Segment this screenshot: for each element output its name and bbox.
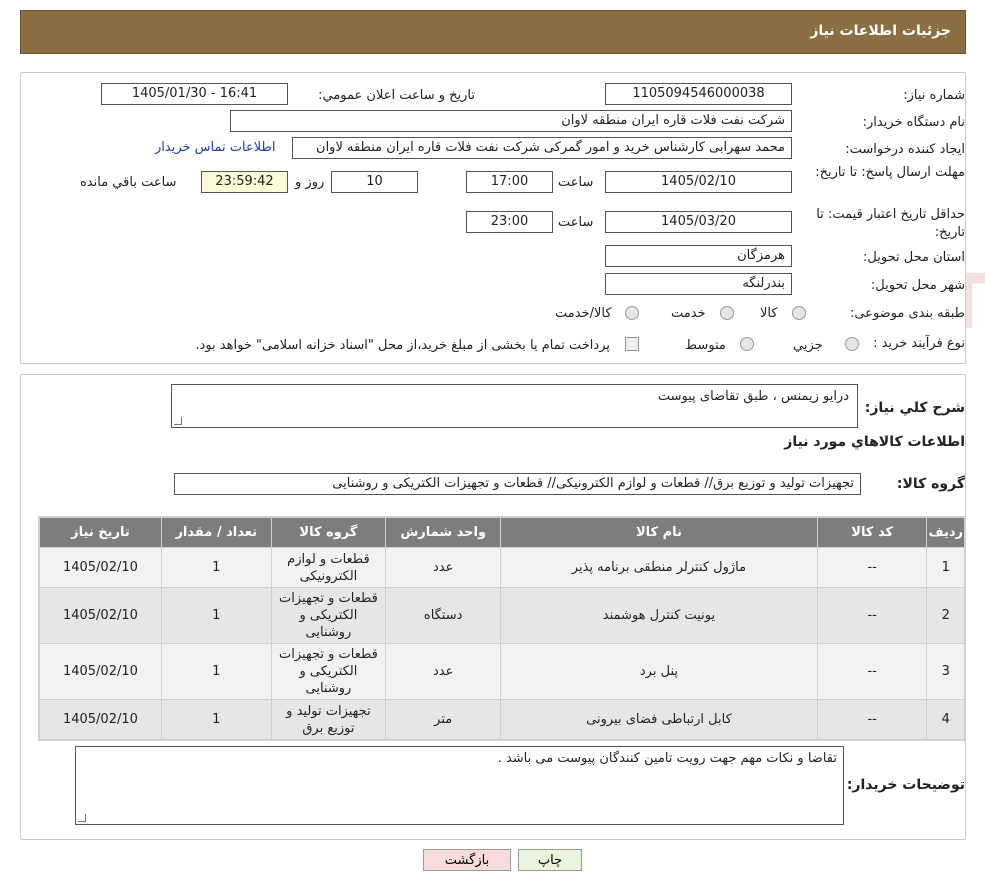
goods-group-label: گروه کالا: [896, 476, 965, 492]
page-header: جزئیات اطلاعات نیاز [20, 10, 966, 54]
need-number-field: 1105094546000038 [605, 83, 792, 105]
col-name: نام کالا [500, 517, 818, 548]
cell-name: یونیت کنترل هوشمند [500, 587, 818, 644]
announce-label: تاریخ و ساعت اعلان عمومي: [318, 88, 475, 103]
category-radio-goods-service[interactable] [625, 306, 639, 320]
cell-date: 1405/02/10 [39, 547, 162, 588]
process-radio-small[interactable] [845, 337, 859, 351]
summary-textarea[interactable]: درایو زیمنس ، طبق تقاضای پیوست [171, 384, 858, 428]
category-radio-goods[interactable] [792, 306, 806, 320]
cell-qty: 1 [160, 587, 272, 644]
cell-name: کابل ارتباطی فضای بیرونی [500, 699, 818, 740]
province-label: استان محل تحویل: [863, 250, 965, 265]
deadline-time-label: ساعت [558, 175, 594, 190]
cell-code: -- [816, 699, 928, 740]
category-option-goods-service: کالا/خدمت [555, 306, 612, 321]
goods-section-title: اطلاعات کالاهاي مورد نياز [784, 434, 965, 450]
cell-group: تجهیزات تولید و توزیع برق [270, 699, 387, 740]
deadline-date-field: 1405/02/10 [605, 171, 792, 193]
notes-resize-handle[interactable] [78, 814, 86, 822]
cell-qty: 1 [160, 547, 272, 588]
buyer-org-field: شرکت نفت فلات قاره ایران منطقه لاوان [230, 110, 792, 132]
items-table-container: ردیف کد کالا نام کالا واحد شمارش گروه کا… [38, 516, 966, 741]
cell-qty: 1 [160, 699, 272, 740]
cell-row-num: 3 [926, 643, 965, 700]
items-table: ردیف کد کالا نام کالا واحد شمارش گروه کا… [39, 517, 965, 740]
buyer-contact-link[interactable]: اطلاعات تماس خریدار [155, 140, 275, 155]
notes-text: تقاضا و نکات مهم جهت رویت تامین کنندگان … [497, 751, 837, 766]
cell-date: 1405/02/10 [39, 587, 162, 644]
cell-name: پنل برد [500, 643, 818, 700]
creator-label: ایجاد کننده درخواست: [845, 142, 965, 157]
city-field: بندرلنگه [605, 273, 792, 295]
announce-field: 1405/01/30 - 16:41 [101, 83, 288, 105]
cell-row-num: 1 [926, 547, 965, 588]
remaining-time-field: 23:59:42 [201, 171, 288, 193]
process-label: نوع فرآیند خرید : [873, 336, 965, 351]
print-button[interactable]: چاپ [518, 849, 582, 871]
goods-group-field: تجهیزات تولید و توزیع برق// قطعات و لواز… [174, 473, 861, 495]
cell-unit: متر [385, 699, 502, 740]
cell-name: ماژول کنترلر منطقی برنامه پذیر [500, 547, 818, 588]
cell-row-num: 4 [926, 699, 965, 740]
summary-resize-handle[interactable] [174, 417, 182, 425]
cell-code: -- [816, 587, 928, 644]
process-note: پرداخت تمام یا بخشی از مبلغ خرید،از محل … [195, 338, 610, 353]
cell-date: 1405/02/10 [39, 699, 162, 740]
cell-code: -- [816, 643, 928, 700]
remaining-time-label: ساعت باقي مانده [80, 175, 177, 190]
category-option-goods: کالا [760, 306, 778, 321]
validity-date-field: 1405/03/20 [605, 211, 792, 233]
buyer-org-label: نام دستگاه خریدار: [862, 115, 965, 130]
category-option-service: خدمت [671, 306, 706, 321]
col-code: کد کالا [816, 517, 928, 548]
notes-textarea[interactable]: تقاضا و نکات مهم جهت رویت تامین کنندگان … [75, 746, 844, 825]
process-option-small: جزيي [793, 338, 823, 353]
city-label: شهر محل تحویل: [870, 278, 965, 293]
process-radio-medium[interactable] [740, 337, 754, 351]
cell-qty: 1 [160, 643, 272, 700]
category-label: طبقه بندی موضوعی: [849, 306, 965, 321]
cell-group: قطعات و لوازم الکترونیکی [270, 547, 387, 588]
col-date: تاریخ نیاز [39, 517, 162, 548]
page-title: جزئیات اطلاعات نیاز [810, 23, 951, 39]
creator-field: محمد سهرابی کارشناس خرید و امور گمرکی شر… [292, 137, 792, 159]
cell-group: قطعات و تجهیزات الکتریکی و روشنایی [270, 587, 387, 644]
col-row-num: ردیف [926, 517, 965, 548]
table-row: 1 -- ماژول کنترلر منطقی برنامه پذیر عدد … [39, 547, 965, 588]
table-header-row: ردیف کد کالا نام کالا واحد شمارش گروه کا… [39, 517, 965, 548]
validity-label: حداقل تاریخ اعتبار قیمت: تا تاریخ: [816, 207, 965, 240]
cell-unit: عدد [385, 643, 502, 700]
summary-label: شرح کلي نياز: [864, 400, 965, 416]
table-row: 4 -- کابل ارتباطی فضای بیرونی متر تجهیزا… [39, 699, 965, 740]
table-row: 3 -- پنل برد عدد قطعات و تجهیزات الکتریک… [39, 643, 965, 700]
treasury-checkbox[interactable] [625, 337, 639, 351]
cell-group: قطعات و تجهیزات الکتریکی و روشنایی [270, 643, 387, 700]
cell-unit: دستگاه [385, 587, 502, 644]
summary-text: درایو زیمنس ، طبق تقاضای پیوست [657, 389, 849, 404]
table-row: 2 -- یونیت کنترل هوشمند دستگاه قطعات و ت… [39, 587, 965, 644]
deadline-label: مهلت ارسال پاسخ: تا تاریخ: [815, 165, 965, 180]
validity-time-label: ساعت [558, 215, 594, 230]
category-radio-service[interactable] [720, 306, 734, 320]
deadline-time-field: 17:00 [466, 171, 553, 193]
col-unit: واحد شمارش [385, 517, 502, 548]
need-number-label: شماره نیاز: [903, 88, 965, 103]
province-field: هرمزگان [605, 245, 792, 267]
cell-date: 1405/02/10 [39, 643, 162, 700]
col-qty: تعداد / مقدار [160, 517, 272, 548]
cell-code: -- [816, 547, 928, 588]
validity-time-field: 23:00 [466, 211, 553, 233]
cell-unit: عدد [385, 547, 502, 588]
cell-row-num: 2 [926, 587, 965, 644]
days-label: روز و [295, 175, 325, 190]
process-option-medium: متوسط [685, 338, 726, 353]
notes-label: توضیحات خریدار: [846, 777, 965, 793]
back-button[interactable]: بازگشت [423, 849, 511, 871]
col-group: گروه کالا [270, 517, 387, 548]
days-field: 10 [331, 171, 418, 193]
